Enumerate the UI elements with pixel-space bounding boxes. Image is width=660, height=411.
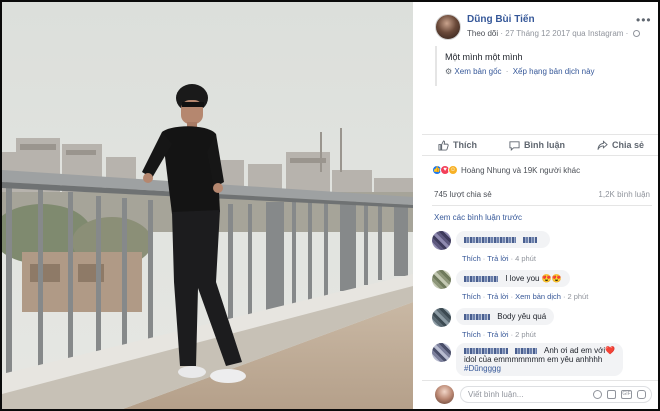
ellipsis-icon[interactable]: •••: [636, 13, 652, 27]
globe-icon: [632, 30, 640, 37]
commenter-name-pixelated[interactable]: [523, 236, 538, 243]
facebook-photo-viewer: Dũng Bùi Tiến Theo dõi · 27 Tháng 12 201…: [0, 0, 660, 411]
commenter-name-pixelated[interactable]: [464, 313, 490, 320]
divider: [432, 205, 652, 206]
comment-input-box[interactable]: GIF: [460, 386, 652, 403]
see-translation-link[interactable]: Xem bản dịch: [515, 292, 561, 301]
comment-input[interactable]: [468, 390, 588, 399]
like-button[interactable]: Thích: [438, 139, 477, 151]
comment-time[interactable]: 2 phút: [567, 292, 588, 301]
comment-composer: GIF: [422, 380, 658, 408]
commenter-name-pixelated[interactable]: [464, 236, 516, 243]
comment-bubble: I love you 😍😍: [456, 270, 570, 287]
comment-like-link[interactable]: Thích: [462, 292, 481, 301]
action-bar: Thích Bình luận Chia sẻ: [422, 134, 658, 156]
hashtag-link[interactable]: #Dũngggg: [464, 364, 501, 373]
comment-time[interactable]: 2 phút: [515, 330, 536, 339]
share-icon: [597, 139, 608, 150]
like-label: Thích: [452, 140, 477, 150]
comment-reply-link[interactable]: Trả lời: [487, 330, 508, 339]
commenter-avatar[interactable]: [432, 308, 451, 327]
commenter-avatar[interactable]: [432, 343, 451, 362]
share-button[interactable]: Chia sẻ: [597, 139, 644, 151]
comment-meta: Thích · Trả lời · 4 phút: [462, 254, 536, 263]
commenter-avatar[interactable]: [432, 231, 451, 250]
comment-reply-link[interactable]: Trả lời: [487, 292, 508, 301]
current-user-avatar[interactable]: [435, 385, 454, 404]
counts-row: 745 lượt chia sẻ 1,2K bình luận: [434, 190, 650, 199]
commenter-name-pixelated[interactable]: [464, 347, 508, 354]
haha-reaction-icon: ☺: [448, 165, 458, 175]
caption-block: Một mình một mình ⚙ Xem bản gốc · Xếp hạ…: [435, 46, 650, 86]
reaction-text[interactable]: Hoàng Nhung và 19K người khác: [461, 166, 580, 175]
post-caption: Một mình một mình: [445, 52, 523, 62]
comment-text-line2: idol của emmmmmmm em yêu anhhhh: [464, 355, 603, 364]
comment-bubble: Body yêu quá: [456, 308, 555, 325]
comment-reply-link[interactable]: Trả lời: [487, 254, 508, 263]
emoji-icon[interactable]: [593, 390, 602, 399]
camera-icon[interactable]: [607, 390, 616, 399]
comment-like-link[interactable]: Thích: [462, 254, 481, 263]
post-photo[interactable]: [2, 2, 413, 409]
commenter-avatar[interactable]: [432, 270, 451, 289]
translation-row: ⚙ Xem bản gốc · Xếp hạng bản dịch này: [445, 67, 650, 76]
see-original-link[interactable]: Xem bản gốc: [454, 67, 501, 76]
author-name[interactable]: Dũng Bùi Tiến: [467, 14, 535, 25]
like-icon: [438, 139, 449, 151]
comment-text: Body yêu quá: [497, 312, 547, 321]
post-sidebar: Dũng Bùi Tiến Theo dõi · 27 Tháng 12 201…: [422, 2, 658, 409]
comment-meta: Thích · Trả lời · 2 phút: [462, 330, 536, 339]
follow-link[interactable]: Theo dõi: [467, 29, 498, 38]
commenter-name-pixelated[interactable]: [515, 347, 538, 354]
comment-like-link[interactable]: Thích: [462, 330, 481, 339]
comment-time[interactable]: 4 phút: [515, 254, 536, 263]
share-count[interactable]: 745 lượt chia sẻ: [434, 190, 492, 199]
post-timestamp[interactable]: · 27 Tháng 12 2017 qua Instagram ·: [500, 29, 628, 38]
comment-bubble: [456, 231, 551, 248]
comment-text: I love you 😍😍: [505, 274, 562, 283]
sticker-icon[interactable]: [637, 390, 646, 399]
comment-bubble: Anh ơi ad em với❤️ idol của emmmmmmm em …: [456, 343, 624, 376]
rate-translation-link[interactable]: Xếp hạng bản dịch này: [513, 67, 595, 76]
photo-illustration: [2, 2, 413, 409]
share-label: Chia sẻ: [611, 140, 644, 150]
post-meta: Theo dõi · 27 Tháng 12 2017 qua Instagra…: [467, 29, 640, 38]
author-avatar[interactable]: [435, 14, 461, 40]
comment-text: Anh ơi ad em với❤️: [544, 346, 616, 355]
comment-label: Bình luận: [523, 140, 565, 150]
view-previous-comments-link[interactable]: Xem các bình luận trước: [434, 213, 522, 222]
comment-meta: Thích · Trả lời · Xem bản dịch · 2 phút: [462, 292, 589, 301]
gear-icon: ⚙: [445, 67, 453, 76]
composer-icons: GIF: [593, 390, 646, 399]
comment-icon: [509, 140, 520, 151]
reactions-summary[interactable]: 👍 ♥ ☺ Hoàng Nhung và 19K người khác: [432, 165, 580, 175]
comment-count[interactable]: 1,2K bình luận: [598, 190, 650, 199]
comment-button[interactable]: Bình luận: [509, 140, 565, 151]
gif-icon[interactable]: GIF: [621, 390, 632, 399]
commenter-name-pixelated[interactable]: [464, 275, 498, 282]
separator-dot: ·: [505, 67, 509, 76]
